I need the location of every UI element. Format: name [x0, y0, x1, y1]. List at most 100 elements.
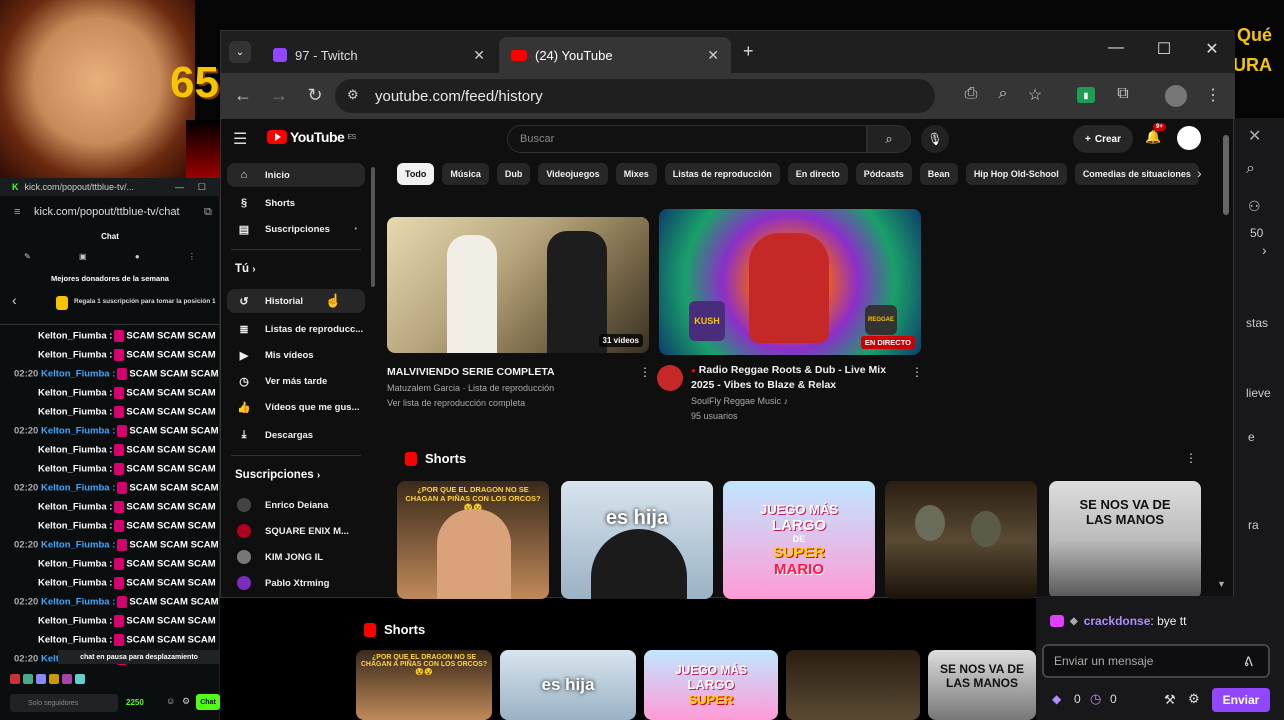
more-icon[interactable]: ⋮: [188, 252, 196, 261]
maximize-icon[interactable]: ☐: [198, 182, 206, 193]
sidebar-sub-channel[interactable]: KIM JONG IL: [227, 545, 365, 569]
filter-chip[interactable]: Bean: [919, 163, 958, 185]
pin-icon[interactable]: ✎: [24, 252, 31, 261]
channel-points-icon[interactable]: ◷: [1090, 691, 1101, 707]
profile-avatar[interactable]: [1165, 85, 1187, 107]
tab-twitch[interactable]: 97 - Twitch ✕: [261, 37, 497, 73]
bits-icon[interactable]: ◆: [1052, 692, 1061, 706]
short-thumbnail[interactable]: [885, 481, 1037, 599]
notifications-bell-icon[interactable]: 🔔: [1145, 129, 1161, 145]
chat-username[interactable]: Kelton_Fiumba :: [38, 407, 112, 418]
voice-search-button[interactable]: 🎙: [921, 125, 949, 153]
chat-tool-icon[interactable]: ⚒: [1164, 692, 1176, 708]
short-thumbnail[interactable]: JUEGO MÁS LARGO DE SUPER MARIO: [723, 481, 875, 599]
filter-chip[interactable]: Listas de reproducción: [664, 163, 780, 185]
gear-icon[interactable]: ⚙: [1188, 691, 1200, 707]
chevron-right-icon[interactable]: ›: [1197, 165, 1202, 181]
tab-search-icon[interactable]: ⌄: [229, 41, 251, 63]
kick-chat-button[interactable]: Chat: [196, 694, 220, 710]
page-scrollbar[interactable]: [1223, 135, 1229, 215]
chat-paused-notice[interactable]: chat en pausa para desplazamiento: [58, 650, 220, 664]
site-info-icon[interactable]: ≡: [14, 206, 20, 218]
chat-username[interactable]: Kelton_Fiumba :: [38, 464, 112, 475]
create-button[interactable]: + Crear: [1073, 125, 1133, 153]
site-info-icon[interactable]: ⚙: [347, 87, 359, 103]
sidebar-item-playlists[interactable]: ≣ Listas de reproducc...: [227, 317, 365, 341]
chat-username[interactable]: Kelton_Fiumba :: [38, 331, 112, 342]
chat-username[interactable]: Kelton_Fiumba :: [41, 426, 115, 437]
chat-username[interactable]: Kelton_Fiumba :: [38, 445, 112, 456]
chat-username[interactable]: crackdonse: [1084, 614, 1151, 628]
emote-picker-icon[interactable]: ᕕ: [1244, 654, 1253, 670]
close-icon[interactable]: ✕: [1248, 126, 1261, 146]
chevron-left-icon[interactable]: ‹: [12, 292, 17, 308]
chat-username[interactable]: Kelton_Fiumba :: [38, 578, 112, 589]
account-avatar[interactable]: [1177, 126, 1201, 150]
sidebar-item-history[interactable]: ↺ Historial ☝: [227, 289, 365, 313]
short-thumbnail[interactable]: ¿POR QUE EL DRAGON NO SE CHAGAN A PIÑAS …: [397, 481, 549, 599]
followers-only-input[interactable]: Solo seguidores: [10, 694, 118, 712]
emote-icon[interactable]: [49, 674, 59, 684]
sidebar-item-shorts[interactable]: § Shorts: [227, 191, 365, 215]
filter-chip[interactable]: Comedias de situaciones: [1074, 163, 1199, 185]
filter-chip[interactable]: Música: [442, 163, 489, 185]
minimize-icon[interactable]: —: [1101, 39, 1131, 57]
chat-username[interactable]: Kelton_Fiumba :: [41, 483, 115, 494]
sidebar-item-my-videos[interactable]: ▶ Mis vídeos: [227, 343, 365, 367]
view-full-playlist-link[interactable]: Ver lista de reproducción completa: [387, 396, 647, 411]
emoji-icon[interactable]: ☺: [166, 696, 175, 706]
chat-username[interactable]: Kelton_Fiumba :: [38, 388, 112, 399]
chat-username[interactable]: Kelton_Fiumba :: [38, 521, 112, 532]
sidebar-sub-channel[interactable]: SQUARE ENIX M...: [227, 519, 365, 543]
send-button[interactable]: Enviar: [1212, 688, 1270, 712]
emote-icon[interactable]: [23, 674, 33, 684]
search-input[interactable]: Buscar: [507, 125, 867, 153]
bookmark-star-icon[interactable]: ☆: [1023, 85, 1047, 105]
emote-icon[interactable]: [62, 674, 72, 684]
gear-icon[interactable]: ⚙: [182, 696, 190, 707]
message-icon[interactable]: ●: [135, 252, 140, 261]
video-title[interactable]: ● Radio Reggae Roots & Dub - Live Mix: [691, 363, 921, 378]
zoom-icon[interactable]: ⌕: [991, 85, 1015, 103]
forward-icon[interactable]: →: [267, 85, 291, 106]
sidebar-item-downloads[interactable]: ⤓ Descargas: [227, 423, 365, 447]
url-input[interactable]: ⚙ youtube.com/feed/history: [335, 79, 935, 113]
youtube-logo[interactable]: YouTube ES: [267, 129, 356, 145]
video-title-line-2[interactable]: 2025 - Vibes to Blaze & Relax: [691, 378, 921, 392]
kick-url[interactable]: kick.com/popout/ttblue-tv/chat: [0, 200, 220, 224]
menu-dots-icon[interactable]: ⋮: [1201, 85, 1225, 105]
close-tab-icon[interactable]: ✕: [707, 47, 719, 64]
sidebar-item-home[interactable]: ⌂ Inicio: [227, 163, 365, 187]
filter-chip[interactable]: En directo: [787, 163, 848, 185]
video-thumbnail[interactable]: 31 vídeos: [387, 217, 649, 353]
video-thumbnail[interactable]: KUSH REGGAE EN DIRECTO: [659, 209, 921, 355]
filter-chip[interactable]: Todo: [397, 163, 435, 185]
extensions-puzzle-icon[interactable]: ⧉: [1111, 85, 1135, 103]
filter-chip[interactable]: Mixes: [615, 163, 657, 185]
translate-icon[interactable]: ⧉: [204, 206, 212, 219]
chat-username[interactable]: Kelton_Fiumba :: [38, 350, 112, 361]
users-icon[interactable]: ⚇: [1248, 198, 1261, 215]
emote-icon[interactable]: [36, 674, 46, 684]
chat-username[interactable]: Kelton_Fiumba :: [38, 635, 112, 646]
hamburger-menu-icon[interactable]: ☰: [233, 129, 247, 149]
scroll-down-icon[interactable]: ▼: [1217, 579, 1226, 589]
channel-avatar[interactable]: [657, 365, 683, 391]
sidebar-item-watch-later[interactable]: ◷ Ver más tarde: [227, 369, 365, 393]
filter-chip[interactable]: Videojuegos: [538, 163, 608, 185]
filter-chip[interactable]: Hip Hop Old-School: [965, 163, 1067, 185]
sidebar-sub-channel[interactable]: Enrico Deiana: [227, 493, 365, 517]
video-title[interactable]: MALVIVIENDO SERIE COMPLETA: [387, 365, 647, 379]
new-tab-icon[interactable]: +: [743, 41, 754, 62]
close-window-icon[interactable]: ✕: [1197, 39, 1227, 59]
maximize-icon[interactable]: ☐: [1149, 39, 1179, 59]
reload-icon[interactable]: ↻: [303, 85, 327, 106]
sidebar-item-subscriptions[interactable]: ▤ Suscripciones •: [227, 217, 365, 241]
short-thumbnail[interactable]: SE NOS VA DE LAS MANOS: [1049, 481, 1201, 599]
short-thumbnail[interactable]: es hija: [561, 481, 713, 599]
sidebar-item-liked-videos[interactable]: 👍 Vídeos que me gus...: [227, 395, 365, 419]
chat-username[interactable]: Kelton_Fiumba :: [41, 540, 115, 551]
more-actions-icon[interactable]: ⋮: [1185, 451, 1197, 465]
subscriptions-section-header[interactable]: Suscripciones ›: [235, 469, 320, 481]
search-button[interactable]: ⌕: [867, 125, 911, 153]
